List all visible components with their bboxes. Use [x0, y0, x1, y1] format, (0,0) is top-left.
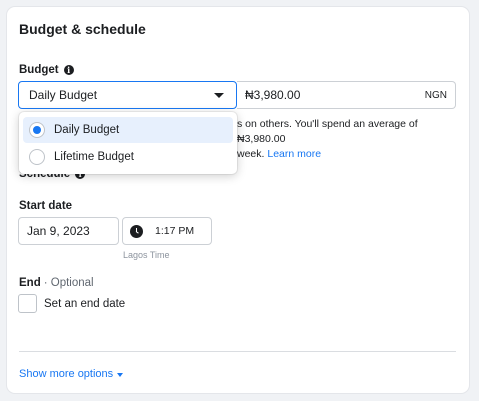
budget-type-dropdown: Daily Budget Lifetime Budget	[19, 112, 237, 174]
option-label: Lifetime Budget	[54, 151, 134, 163]
start-date-label: Start date	[19, 200, 73, 212]
currency-code: NGN	[424, 89, 447, 101]
end-label-text: End	[19, 277, 41, 289]
end-date-checkbox-label: Set an end date	[44, 297, 126, 310]
budget-type-select[interactable]: Daily Budget	[18, 81, 237, 109]
divider	[19, 351, 456, 352]
learn-more-link[interactable]: Learn more	[267, 148, 321, 160]
start-time-input[interactable]: 1:17 PM	[122, 217, 212, 245]
budget-amount-value: ₦3,980.00	[245, 88, 301, 102]
caret-down-icon	[117, 372, 124, 377]
end-label: End · Optional	[19, 277, 94, 289]
end-date-checkbox[interactable]	[18, 294, 37, 313]
radio-selected-icon	[29, 122, 45, 138]
show-more-options-label: Show more options	[19, 368, 114, 380]
start-date-value: Jan 9, 2023	[27, 224, 90, 238]
start-date-input[interactable]: Jan 9, 2023	[18, 217, 119, 245]
dropdown-option-lifetime-budget[interactable]: Lifetime Budget	[23, 144, 233, 170]
clock-icon	[130, 224, 143, 238]
budget-type-value: Daily Budget	[29, 88, 98, 102]
dropdown-option-daily-budget[interactable]: Daily Budget	[23, 117, 233, 143]
budget-label: Budget i	[19, 64, 74, 76]
budget-schedule-card: Budget & schedule Budget i Daily Budget …	[7, 7, 469, 393]
option-label: Daily Budget	[54, 124, 120, 136]
timezone-label: Lagos Time	[123, 250, 170, 260]
budget-label-text: Budget	[19, 64, 59, 76]
section-title: Budget & schedule	[19, 21, 146, 37]
caret-down-icon	[214, 93, 224, 98]
budget-amount-input[interactable]: ₦3,980.00 NGN	[237, 81, 456, 109]
info-icon[interactable]: i	[63, 65, 74, 75]
radio-unselected-icon	[29, 149, 45, 165]
description-text-2: week.	[237, 148, 265, 160]
show-more-options-link[interactable]: Show more options	[19, 368, 124, 380]
start-time-value: 1:17 PM	[155, 225, 195, 237]
end-date-checkbox-row[interactable]: Set an end date	[18, 294, 125, 313]
optional-text: · Optional	[43, 277, 94, 289]
